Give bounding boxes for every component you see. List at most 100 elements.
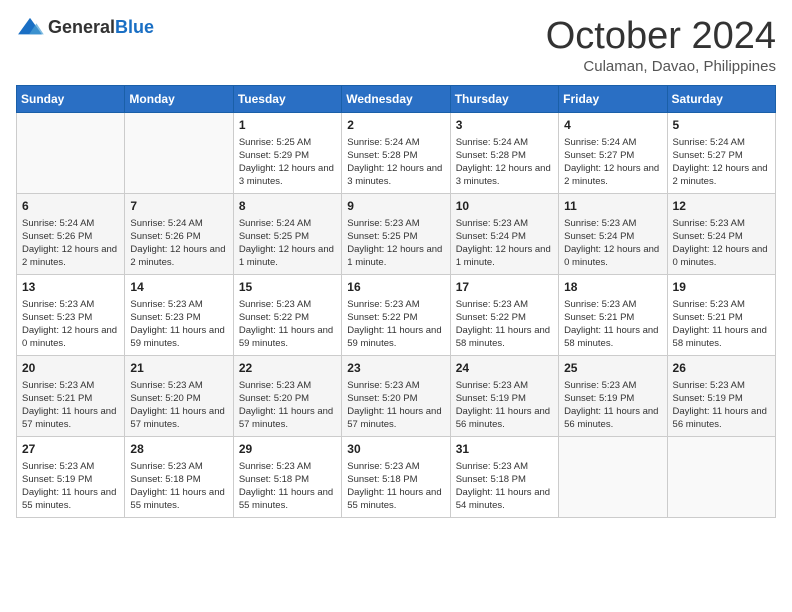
calendar-cell: 9 Sunrise: 5:23 AM Sunset: 5:25 PM Daylig… — [342, 193, 450, 274]
calendar-table: SundayMondayTuesdayWednesdayThursdayFrid… — [16, 85, 776, 518]
day-number: 6 — [22, 198, 119, 215]
day-info: Sunrise: 5:24 AM Sunset: 5:26 PM Dayligh… — [22, 217, 119, 270]
calendar-cell: 29 Sunrise: 5:23 AM Sunset: 5:18 PM Dayli… — [233, 436, 341, 517]
day-info: Sunrise: 5:23 AM Sunset: 5:19 PM Dayligh… — [673, 379, 770, 432]
day-info: Sunrise: 5:23 AM Sunset: 5:24 PM Dayligh… — [673, 217, 770, 270]
calendar-cell: 26 Sunrise: 5:23 AM Sunset: 5:19 PM Dayli… — [667, 355, 775, 436]
day-number: 27 — [22, 441, 119, 458]
day-info: Sunrise: 5:24 AM Sunset: 5:27 PM Dayligh… — [673, 136, 770, 189]
calendar-cell: 12 Sunrise: 5:23 AM Sunset: 5:24 PM Dayli… — [667, 193, 775, 274]
calendar-cell: 28Sunrise: 5:23 AM Sunset: 5:18 PM Dayli… — [125, 436, 233, 517]
day-number: 29 — [239, 441, 336, 458]
day-info: Sunrise: 5:23 AM Sunset: 5:23 PM Dayligh… — [22, 298, 119, 351]
day-number: 15 — [239, 279, 336, 296]
calendar-cell: 5 Sunrise: 5:24 AM Sunset: 5:27 PM Daylig… — [667, 112, 775, 193]
header-monday: Monday — [125, 85, 233, 112]
day-info: Sunrise: 5:23 AM Sunset: 5:20 PM Dayligh… — [347, 379, 444, 432]
day-number: 21 — [130, 360, 227, 377]
day-number: 31 — [456, 441, 553, 458]
day-number: 22 — [239, 360, 336, 377]
day-number: 26 — [673, 360, 770, 377]
day-number: 11 — [564, 198, 661, 215]
day-number: 2 — [347, 117, 444, 134]
header-friday: Friday — [559, 85, 667, 112]
day-info: Sunrise: 5:23 AM Sunset: 5:25 PM Dayligh… — [347, 217, 444, 270]
calendar-cell — [17, 112, 125, 193]
week-row-2: 6 Sunrise: 5:24 AM Sunset: 5:26 PM Daylig… — [17, 193, 776, 274]
day-info: Sunrise: 5:23 AM Sunset: 5:19 PM Dayligh… — [564, 379, 661, 432]
header-sunday: Sunday — [17, 85, 125, 112]
calendar-cell: 25 Sunrise: 5:23 AM Sunset: 5:19 PM Dayli… — [559, 355, 667, 436]
calendar-cell: 2 Sunrise: 5:24 AM Sunset: 5:28 PM Daylig… — [342, 112, 450, 193]
day-number: 9 — [347, 198, 444, 215]
header-wednesday: Wednesday — [342, 85, 450, 112]
calendar-cell: 7Sunrise: 5:24 AM Sunset: 5:26 PM Daylig… — [125, 193, 233, 274]
logo-blue: Blue — [115, 17, 154, 37]
day-info: Sunrise: 5:23 AM Sunset: 5:24 PM Dayligh… — [456, 217, 553, 270]
logo: GeneralBlue — [16, 16, 154, 38]
day-number: 28 — [130, 441, 227, 458]
calendar-cell: 14 Sunrise: 5:23 AM Sunset: 5:23 PM Dayli… — [125, 274, 233, 355]
header-saturday: Saturday — [667, 85, 775, 112]
day-number: 5 — [673, 117, 770, 134]
day-info: Sunrise: 5:23 AM Sunset: 5:22 PM Dayligh… — [239, 298, 336, 351]
day-number: 8 — [239, 198, 336, 215]
calendar-cell: 10 Sunrise: 5:23 AM Sunset: 5:24 PM Dayli… — [450, 193, 558, 274]
day-info: Sunrise: 5:24 AM Sunset: 5:28 PM Dayligh… — [456, 136, 553, 189]
logo-general: General — [48, 17, 115, 37]
day-number: 12 — [673, 198, 770, 215]
day-info: Sunrise: 5:23 AM Sunset: 5:24 PM Dayligh… — [564, 217, 661, 270]
day-number: 4 — [564, 117, 661, 134]
day-info: Sunrise: 5:24 AM Sunset: 5:27 PM Dayligh… — [564, 136, 661, 189]
calendar-cell: 13 Sunrise: 5:23 AM Sunset: 5:23 PM Dayli… — [17, 274, 125, 355]
page-header: GeneralBlue October 2024 Culaman, Davao,… — [16, 16, 776, 75]
day-info: Sunrise: 5:23 AM Sunset: 5:23 PM Dayligh… — [130, 298, 227, 351]
calendar-cell: 27 Sunrise: 5:23 AM Sunset: 5:19 PM Dayli… — [17, 436, 125, 517]
calendar-cell: 11 Sunrise: 5:23 AM Sunset: 5:24 PM Dayli… — [559, 193, 667, 274]
day-number: 30 — [347, 441, 444, 458]
calendar-cell: 18Sunrise: 5:23 AM Sunset: 5:21 PM Dayli… — [559, 274, 667, 355]
header-thursday: Thursday — [450, 85, 558, 112]
calendar-cell: 17Sunrise: 5:23 AM Sunset: 5:22 PM Dayli… — [450, 274, 558, 355]
week-row-3: 13 Sunrise: 5:23 AM Sunset: 5:23 PM Dayli… — [17, 274, 776, 355]
day-info: Sunrise: 5:23 AM Sunset: 5:20 PM Dayligh… — [239, 379, 336, 432]
week-row-4: 20 Sunrise: 5:23 AM Sunset: 5:21 PM Dayli… — [17, 355, 776, 436]
calendar-body: 1Sunrise: 5:25 AM Sunset: 5:29 PM Daylig… — [17, 112, 776, 517]
day-number: 14 — [130, 279, 227, 296]
day-info: Sunrise: 5:23 AM Sunset: 5:22 PM Dayligh… — [456, 298, 553, 351]
day-info: Sunrise: 5:24 AM Sunset: 5:25 PM Dayligh… — [239, 217, 336, 270]
header-tuesday: Tuesday — [233, 85, 341, 112]
calendar-cell: 3 Sunrise: 5:24 AM Sunset: 5:28 PM Daylig… — [450, 112, 558, 193]
calendar-cell — [125, 112, 233, 193]
day-info: Sunrise: 5:23 AM Sunset: 5:19 PM Dayligh… — [22, 460, 119, 513]
calendar-cell: 22 Sunrise: 5:23 AM Sunset: 5:20 PM Dayli… — [233, 355, 341, 436]
calendar-header-row: SundayMondayTuesdayWednesdayThursdayFrid… — [17, 85, 776, 112]
day-number: 3 — [456, 117, 553, 134]
week-row-5: 27 Sunrise: 5:23 AM Sunset: 5:19 PM Dayli… — [17, 436, 776, 517]
calendar-cell: 24Sunrise: 5:23 AM Sunset: 5:19 PM Dayli… — [450, 355, 558, 436]
calendar-cell: 4 Sunrise: 5:24 AM Sunset: 5:27 PM Daylig… — [559, 112, 667, 193]
day-info: Sunrise: 5:23 AM Sunset: 5:18 PM Dayligh… — [239, 460, 336, 513]
day-number: 10 — [456, 198, 553, 215]
day-number: 19 — [673, 279, 770, 296]
day-info: Sunrise: 5:24 AM Sunset: 5:28 PM Dayligh… — [347, 136, 444, 189]
day-number: 13 — [22, 279, 119, 296]
day-number: 7 — [130, 198, 227, 215]
day-number: 20 — [22, 360, 119, 377]
logo-icon — [16, 16, 44, 38]
day-info: Sunrise: 5:23 AM Sunset: 5:20 PM Dayligh… — [130, 379, 227, 432]
day-info: Sunrise: 5:23 AM Sunset: 5:21 PM Dayligh… — [22, 379, 119, 432]
day-number: 18 — [564, 279, 661, 296]
day-info: Sunrise: 5:23 AM Sunset: 5:18 PM Dayligh… — [347, 460, 444, 513]
calendar-cell: 21 Sunrise: 5:23 AM Sunset: 5:20 PM Dayli… — [125, 355, 233, 436]
day-number: 23 — [347, 360, 444, 377]
day-number: 1 — [239, 117, 336, 134]
title-area: October 2024 Culaman, Davao, Philippines — [546, 16, 776, 75]
calendar-cell: 15 Sunrise: 5:23 AM Sunset: 5:22 PM Dayli… — [233, 274, 341, 355]
calendar-cell — [559, 436, 667, 517]
day-number: 25 — [564, 360, 661, 377]
calendar-cell: 31Sunrise: 5:23 AM Sunset: 5:18 PM Dayli… — [450, 436, 558, 517]
week-row-1: 1Sunrise: 5:25 AM Sunset: 5:29 PM Daylig… — [17, 112, 776, 193]
day-number: 24 — [456, 360, 553, 377]
day-info: Sunrise: 5:23 AM Sunset: 5:21 PM Dayligh… — [673, 298, 770, 351]
